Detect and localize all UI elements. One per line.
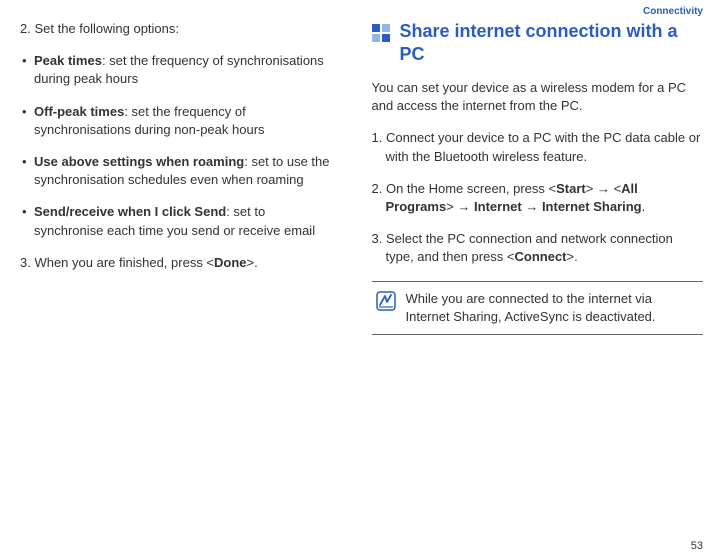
right-step-2: 2. On the Home screen, press <Start> → <…	[372, 180, 704, 216]
section-heading: Share internet connection with a PC	[372, 20, 704, 65]
page-body: 2. Set the following options: Peak times…	[0, 0, 723, 560]
rs3-k0: Connect	[515, 249, 567, 264]
bullet-term: Peak times	[34, 53, 102, 68]
list-item: Use above settings when roaming: set to …	[34, 153, 337, 189]
note-box: While you are connected to the internet …	[372, 281, 704, 335]
right-step-3: 3. Select the PC connection and network …	[372, 230, 704, 266]
page-number: 53	[691, 540, 703, 552]
note-text: While you are connected to the internet …	[406, 290, 700, 326]
options-bullet-list: Peak times: set the frequency of synchro…	[20, 52, 337, 240]
step-3-key: Done	[214, 255, 247, 270]
list-item: Off-peak times: set the frequency of syn…	[34, 103, 337, 139]
rs2-t4: .	[642, 199, 646, 214]
bullet-term: Use above settings when roaming	[34, 154, 244, 169]
step-3-pre: 3. When you are finished, press <	[20, 255, 214, 270]
note-icon	[376, 291, 396, 314]
right-column: Share internet connection with a PC You …	[362, 20, 704, 550]
rs3-t1: >.	[567, 249, 578, 264]
bullet-term: Off-peak times	[34, 104, 124, 119]
step-3-post: >.	[247, 255, 258, 270]
rs2-t2: > →	[446, 199, 474, 214]
rs2-t0: 2. On the Home screen, press <	[372, 181, 557, 196]
right-step-1-text: 1. Connect your device to a PC with the …	[372, 129, 704, 165]
step-3: 3. When you are finished, press <Done>.	[20, 254, 337, 272]
section-title: Share internet connection with a PC	[400, 20, 704, 65]
rs2-k3: Internet Sharing	[542, 199, 642, 214]
rs2-k2: Internet	[474, 199, 522, 214]
section-intro: You can set your device as a wireless mo…	[372, 79, 704, 115]
step-2-intro: 2. Set the following options:	[20, 20, 337, 38]
left-column: 2. Set the following options: Peak times…	[20, 20, 362, 550]
list-item: Send/receive when I click Send: set to s…	[34, 203, 337, 239]
section-grid-icon	[372, 24, 390, 45]
rs2-t3: →	[522, 199, 542, 214]
list-item: Peak times: set the frequency of synchro…	[34, 52, 337, 88]
rs2-t1: > → <	[586, 181, 621, 196]
rs2-k0: Start	[556, 181, 586, 196]
right-step-1: 1. Connect your device to a PC with the …	[372, 129, 704, 165]
bullet-term: Send/receive when I click Send	[34, 204, 226, 219]
